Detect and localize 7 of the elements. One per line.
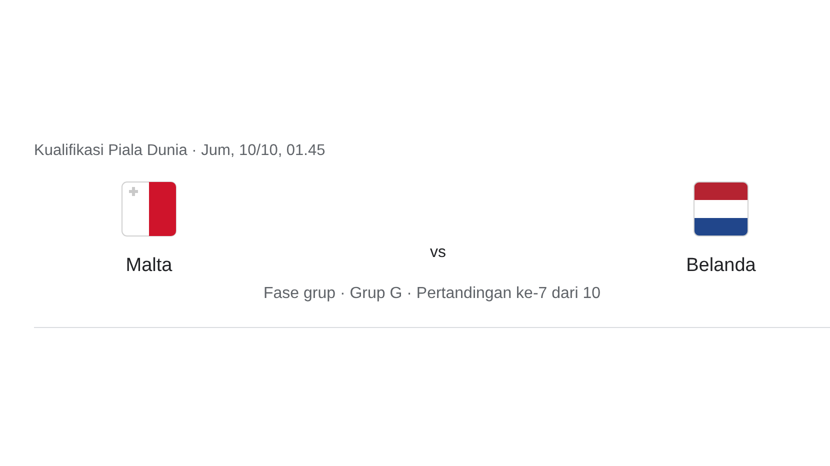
team-name: Malta — [126, 254, 172, 278]
versus-label: vs — [430, 243, 446, 263]
match-details: Fase grup · Grup G · Pertandingan ke-7 dari 10 — [263, 284, 601, 304]
flag-icon — [121, 181, 177, 237]
flag-icon — [693, 181, 749, 237]
team-name: Belanda — [686, 254, 756, 278]
match-header: Kualifikasi Piala Dunia · Jum, 10/10, 01.45 — [34, 141, 326, 161]
